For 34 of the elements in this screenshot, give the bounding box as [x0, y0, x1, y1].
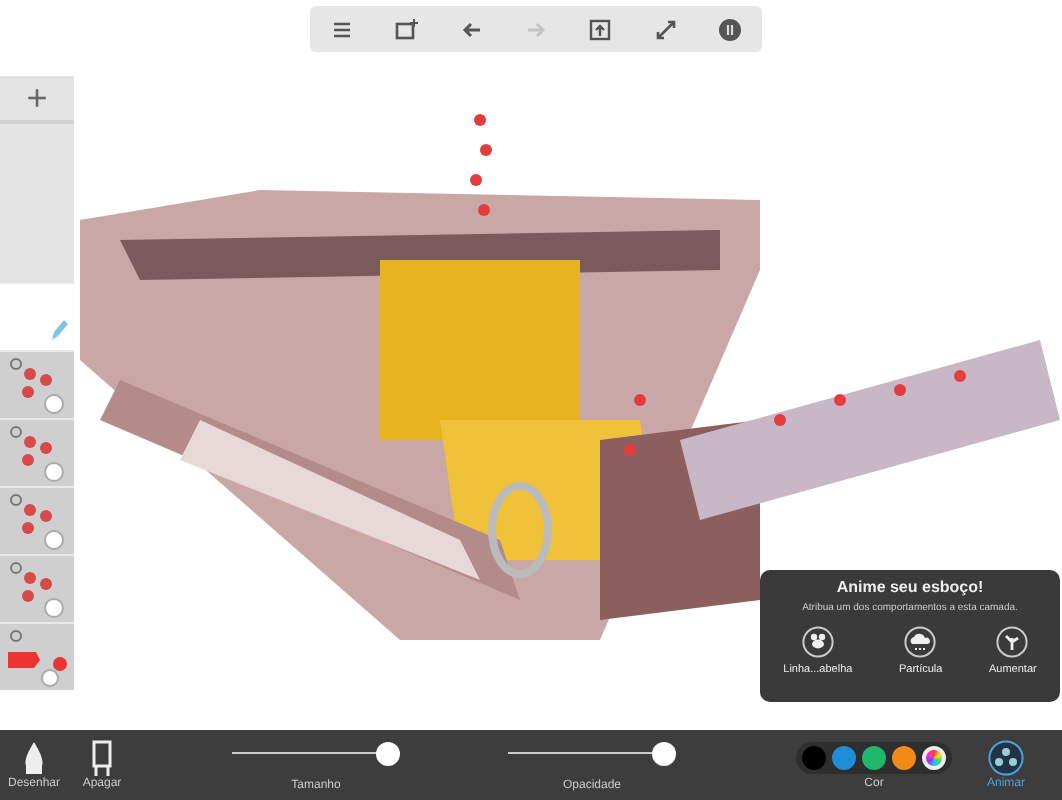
color-swatch[interactable] — [862, 745, 886, 769]
particles-drawing — [5, 491, 69, 551]
expand-icon — [653, 17, 678, 41]
upload-icon — [588, 17, 613, 41]
color-swatch[interactable] — [802, 745, 826, 769]
layer-thumbnail[interactable] — [0, 350, 74, 418]
layer-thumbnail[interactable] — [0, 282, 74, 350]
popover-title: Anime seu esboço! — [836, 578, 984, 596]
eraser-icon — [90, 740, 114, 776]
color-wheel-button[interactable] — [922, 745, 946, 769]
frame-icon — [394, 17, 419, 41]
layer-thumbnail[interactable] — [0, 622, 74, 690]
slider-thumb[interactable] — [652, 741, 676, 765]
color-swatch[interactable] — [892, 745, 916, 769]
pen-nib-icon — [22, 740, 46, 776]
pause-icon — [717, 17, 742, 41]
sprout-icon — [996, 626, 1029, 658]
cloud-icon — [904, 626, 937, 658]
particles-drawing — [5, 355, 69, 415]
left-arrow-icon — [459, 17, 484, 41]
slider-thumb[interactable] — [376, 741, 400, 765]
particles-drawing — [5, 423, 69, 483]
pencil-icon — [48, 318, 68, 342]
bee-icon — [801, 626, 834, 658]
layer-thumbnail[interactable] — [0, 554, 74, 622]
color-swatch[interactable] — [832, 745, 856, 769]
right-arrow-icon — [523, 17, 548, 41]
add-layer-button[interactable]: + — [0, 76, 74, 124]
layer-thumbnail[interactable] — [0, 418, 74, 486]
layer-thumbnail[interactable] — [0, 486, 74, 554]
animate-icon — [988, 740, 1024, 776]
menu-icon — [330, 17, 355, 41]
brush-stroke-drawing — [5, 627, 69, 687]
particles-drawing — [5, 559, 69, 619]
